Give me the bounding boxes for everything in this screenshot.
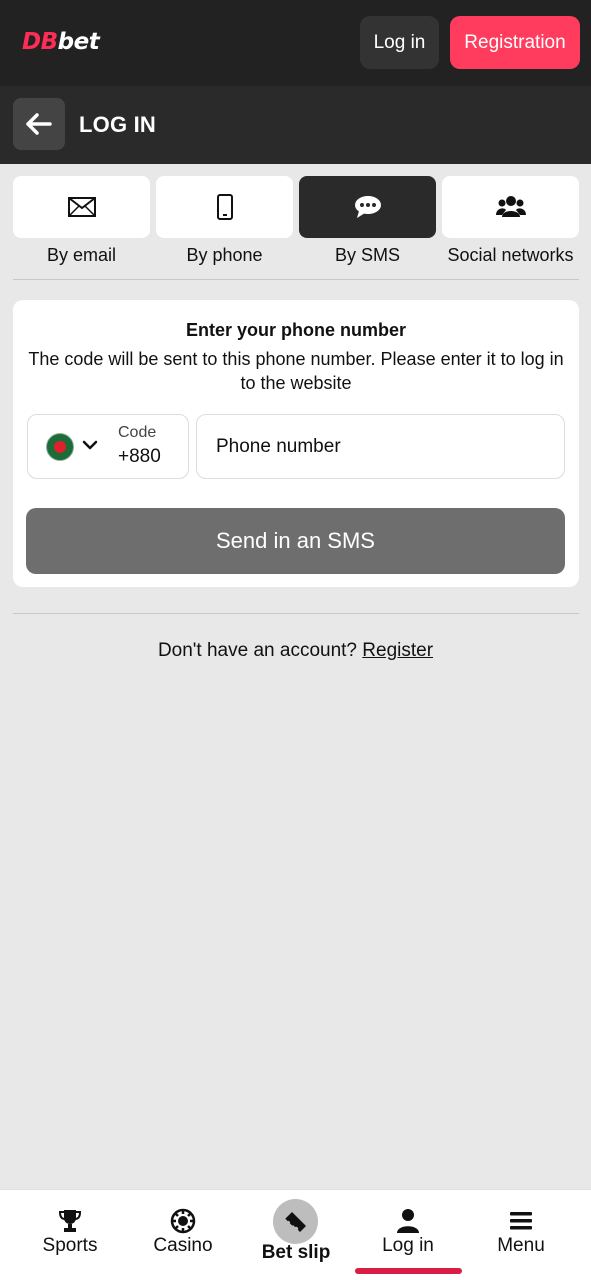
ticket-icon: [284, 1211, 306, 1232]
nav-item-login[interactable]: Log in: [352, 1190, 464, 1280]
divider: [13, 279, 579, 280]
logo-bet: bet: [57, 29, 100, 55]
registration-button[interactable]: Registration: [450, 16, 580, 69]
user-icon: [397, 1209, 419, 1233]
active-tab-indicator: [355, 1268, 462, 1274]
country-code-select[interactable]: Code +880: [27, 414, 189, 479]
page-title: LOG IN: [79, 112, 156, 137]
divider: [13, 613, 579, 614]
tab-by-sms[interactable]: [299, 176, 436, 238]
tab-social-networks[interactable]: [442, 176, 579, 238]
login-form-card: Enter your phone number The code will be…: [13, 300, 579, 587]
bet-slip-button[interactable]: [273, 1199, 318, 1244]
nav-item-casino[interactable]: Casino: [127, 1190, 239, 1280]
nav-item-sports[interactable]: Sports: [14, 1190, 126, 1280]
back-button[interactable]: [13, 98, 65, 150]
register-prompt: Don't have an account? Register: [0, 640, 591, 662]
chat-bubble-icon: [354, 196, 381, 218]
tab-label-email[interactable]: By email: [9, 245, 154, 266]
page-header: LOG IN: [0, 86, 591, 164]
nav-label-casino: Casino: [153, 1235, 213, 1256]
phone-number-input[interactable]: [196, 414, 565, 479]
login-button[interactable]: Log in: [360, 16, 439, 69]
tab-by-phone[interactable]: [156, 176, 293, 238]
code-label: Code: [118, 424, 157, 441]
envelope-icon: [67, 197, 96, 217]
form-title: Enter your phone number: [185, 320, 407, 340]
bottom-nav: Sports Casino Bet slip Log in Menu: [0, 1189, 591, 1280]
logo-db: DB: [22, 29, 58, 55]
casino-chip-icon: [170, 1208, 196, 1234]
register-prompt-text: Don't have an account?: [157, 640, 357, 661]
tab-by-email[interactable]: [13, 176, 150, 238]
send-sms-button[interactable]: Send in an SMS: [26, 508, 565, 574]
nav-label-bet-slip[interactable]: Bet slip: [240, 1242, 352, 1264]
nav-label-login: Log in: [382, 1235, 434, 1256]
register-link[interactable]: Register: [362, 640, 433, 661]
nav-label-menu: Menu: [497, 1235, 545, 1256]
tab-label-social[interactable]: Social networks: [438, 245, 583, 266]
bangladesh-flag-icon: [46, 433, 74, 461]
top-bar: DB bet Log in Registration: [0, 0, 591, 86]
hamburger-menu-icon: [510, 1212, 532, 1230]
nav-label-sports: Sports: [42, 1235, 98, 1256]
smartphone-icon: [216, 194, 233, 220]
tab-label-sms[interactable]: By SMS: [295, 245, 440, 266]
dbbet-logo[interactable]: DB bet: [22, 29, 100, 55]
users-group-icon: [495, 196, 526, 217]
chevron-down-icon: [82, 440, 98, 450]
code-value: +880: [118, 446, 161, 467]
tab-label-phone[interactable]: By phone: [152, 245, 297, 266]
nav-item-menu[interactable]: Menu: [465, 1190, 577, 1280]
trophy-icon: [58, 1210, 82, 1232]
form-description: The code will be sent to this phone numb…: [28, 349, 564, 393]
arrow-left-icon: [26, 113, 52, 135]
